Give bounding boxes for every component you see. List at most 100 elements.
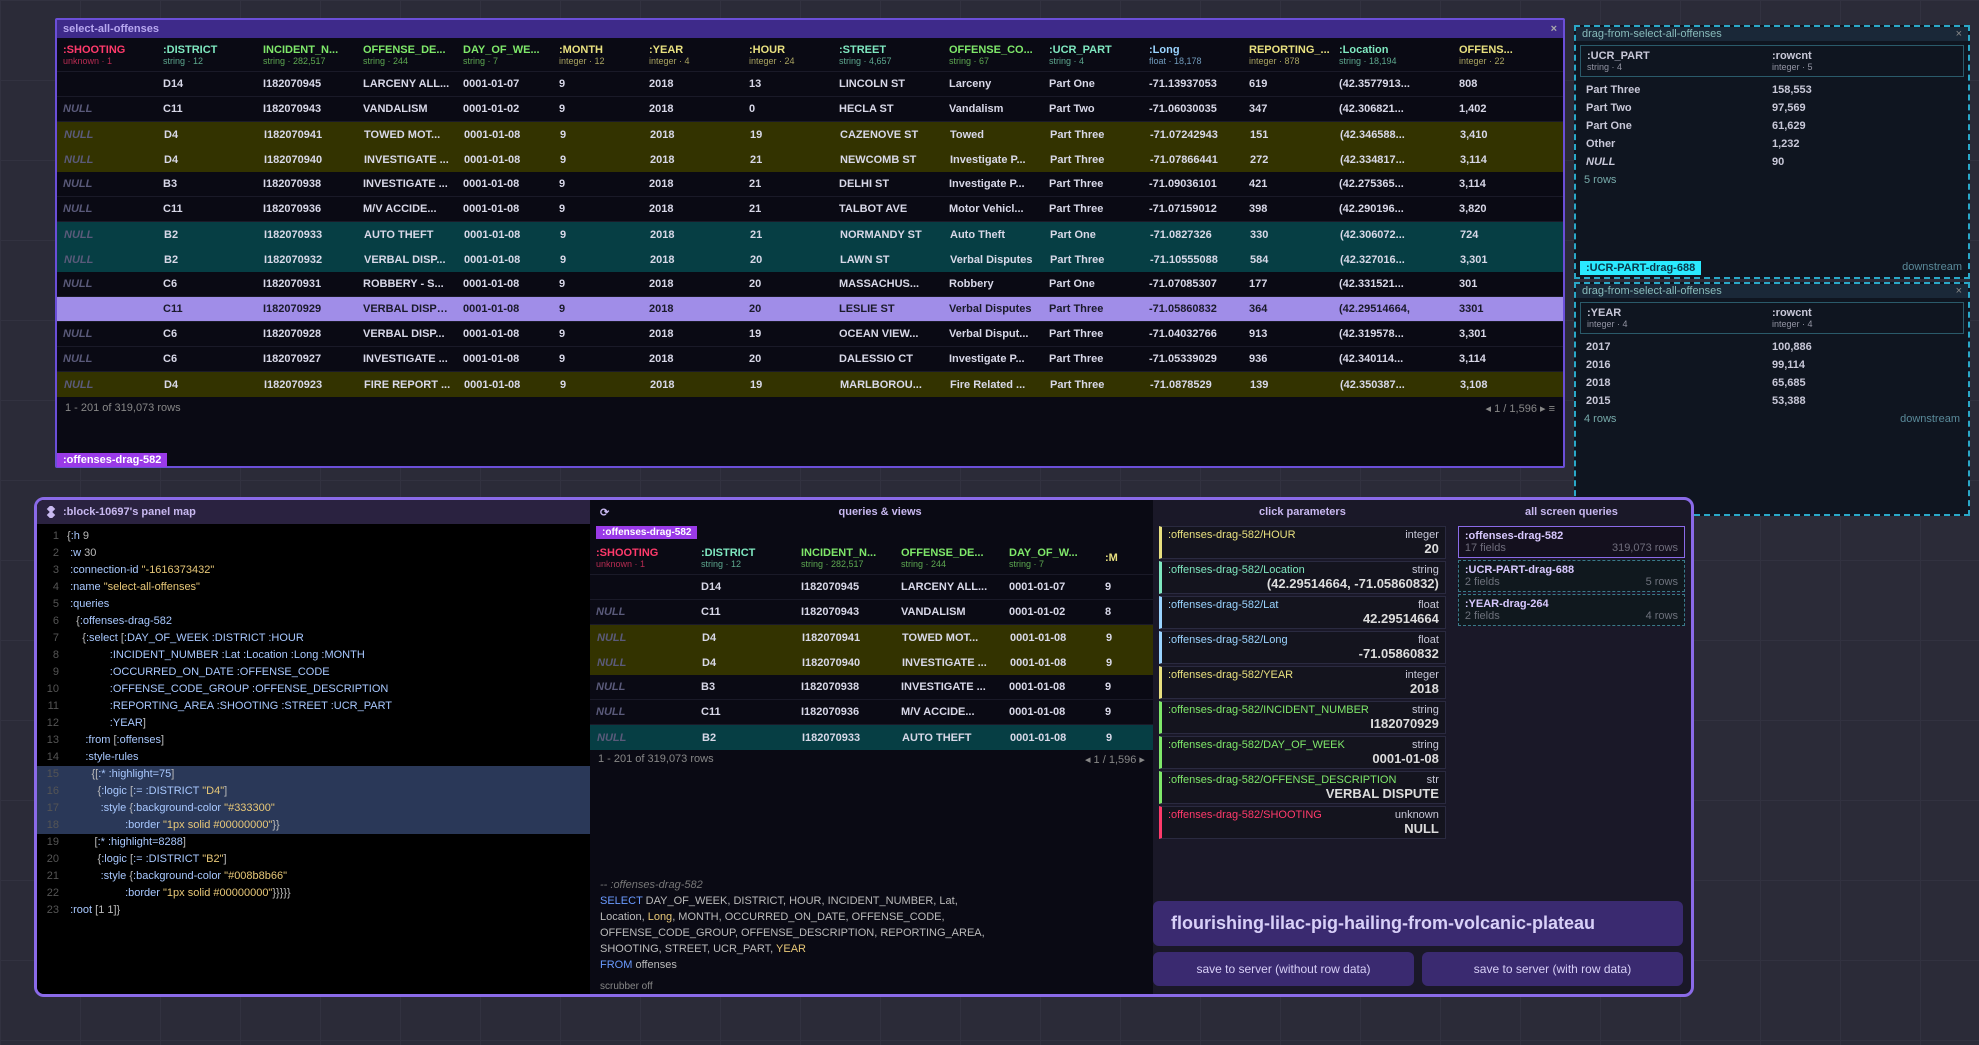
- code-line[interactable]: 21 :style {:background-color "#008b8b66": [37, 868, 590, 885]
- table-row[interactable]: NULLB3I182070938INVESTIGATE ...0001-01-0…: [57, 172, 1563, 197]
- column-header[interactable]: :SHOOTINGunknown · 1: [57, 42, 157, 68]
- code-line[interactable]: 19 [:* :highlight=8288]: [37, 834, 590, 851]
- code-line[interactable]: 7 {:select [:DAY_OF_WEEK :DISTRICT :HOUR: [37, 630, 590, 647]
- yr-body[interactable]: 2017100,886201699,114201865,685201553,38…: [1576, 338, 1968, 410]
- query-list[interactable]: :offenses-drag-58217 fields319,073 rows:…: [1452, 524, 1691, 628]
- table-row[interactable]: NULLD4I182070923FIRE REPORT ...0001-01-0…: [57, 372, 1563, 397]
- list-item[interactable]: Part One61,629: [1576, 117, 1968, 135]
- param-item[interactable]: :offenses-drag-582/INCIDENT_NUMBERstring…: [1159, 701, 1446, 734]
- column-header[interactable]: INCIDENT_N...string · 282,517: [257, 42, 357, 68]
- close-icon[interactable]: ×: [1956, 28, 1962, 40]
- table-row[interactable]: NULLC11I182070936M/V ACCIDE...0001-01-08…: [57, 197, 1563, 222]
- ucr-titlebar[interactable]: drag-from-select-all-offenses×: [1576, 27, 1968, 41]
- code-line[interactable]: 4 :name "select-all-offenses": [37, 579, 590, 596]
- table-row[interactable]: NULLD4I182070941TOWED MOT...0001-01-089: [590, 625, 1153, 650]
- list-item[interactable]: 2017100,886: [1576, 338, 1968, 356]
- code-lines[interactable]: 1{:h 92 :w 303 :connection-id "-16163734…: [37, 524, 590, 994]
- column-header[interactable]: :Longfloat · 18,178: [1143, 42, 1243, 68]
- main-tab[interactable]: :offenses-drag-582: [57, 453, 167, 467]
- column-header[interactable]: :YEARinteger · 4: [643, 42, 743, 68]
- table-row[interactable]: NULLC11I182070943VANDALISM0001-01-028: [590, 600, 1153, 625]
- param-item[interactable]: :offenses-drag-582/OFFENSE_DESCRIPTIONst…: [1159, 771, 1446, 804]
- main-titlebar[interactable]: select-all-offenses ×: [57, 20, 1563, 38]
- close-icon[interactable]: ×: [1551, 23, 1557, 35]
- column-header[interactable]: :DISTRICTstring · 12: [157, 42, 257, 68]
- column-header[interactable]: OFFENSE_DE...string · 244: [357, 42, 457, 68]
- table-row[interactable]: NULLC11I182070936M/V ACCIDE...0001-01-08…: [590, 700, 1153, 725]
- column-header[interactable]: :MONTHinteger · 12: [553, 42, 643, 68]
- save-without-rows-button[interactable]: save to server (without row data): [1153, 952, 1414, 986]
- code-line[interactable]: 22 :border "1px solid #00000000"}}}}}: [37, 885, 590, 902]
- table-row[interactable]: NULLC6I182070931ROBBERY - S...0001-01-08…: [57, 272, 1563, 297]
- save-with-rows-button[interactable]: save to server (with row data): [1422, 952, 1683, 986]
- ucr-body[interactable]: Part Three158,553Part Two97,569Part One6…: [1576, 81, 1968, 171]
- code-line[interactable]: 15 {[:* :highlight=75]: [37, 766, 590, 783]
- column-header[interactable]: DAY_OF_WE...string · 7: [457, 42, 553, 68]
- code-line[interactable]: 12 :YEAR]: [37, 715, 590, 732]
- list-item[interactable]: 201553,388: [1576, 392, 1968, 410]
- code-line[interactable]: 5 :queries: [37, 596, 590, 613]
- column-header[interactable]: OFFENS...integer · 22: [1453, 42, 1513, 68]
- list-item[interactable]: Part Two97,569: [1576, 99, 1968, 117]
- code-line[interactable]: 2 :w 30: [37, 545, 590, 562]
- code-line[interactable]: 3 :connection-id "-1616373432": [37, 562, 590, 579]
- ucr-tab[interactable]: :UCR-PART-drag-688: [1580, 261, 1701, 275]
- param-item[interactable]: :offenses-drag-582/DAY_OF_WEEKstring0001…: [1159, 736, 1446, 769]
- query-item[interactable]: :UCR-PART-drag-6882 fields5 rows: [1458, 560, 1685, 592]
- table-row[interactable]: NULLB2I182070933AUTO THEFT0001-01-089: [590, 725, 1153, 750]
- column-header[interactable]: :UCR_PARTstring · 4: [1043, 42, 1143, 68]
- downstream-link[interactable]: downstream: [1902, 261, 1962, 273]
- qv-tab[interactable]: :offenses-drag-582: [596, 526, 697, 539]
- query-item[interactable]: :offenses-drag-58217 fields319,073 rows: [1458, 526, 1685, 558]
- code-line[interactable]: 11 :REPORTING_AREA :SHOOTING :STREET :UC…: [37, 698, 590, 715]
- list-item[interactable]: Part Three158,553: [1576, 81, 1968, 99]
- param-item[interactable]: :offenses-drag-582/Locationstring(42.295…: [1159, 561, 1446, 594]
- table-row[interactable]: C11I182070929VERBAL DISPUTE0001-01-08920…: [57, 297, 1563, 322]
- main-table-body[interactable]: D14I182070945LARCENY ALL...0001-01-07920…: [57, 72, 1563, 397]
- code-line[interactable]: 10 :OFFENSE_CODE_GROUP :OFFENSE_DESCRIPT…: [37, 681, 590, 698]
- code-line[interactable]: 14 :style-rules: [37, 749, 590, 766]
- column-header[interactable]: OFFENSE_CO...string · 67: [943, 42, 1043, 68]
- code-line[interactable]: 8 :INCIDENT_NUMBER :Lat :Location :Long …: [37, 647, 590, 664]
- table-row[interactable]: NULLD4I182070941TOWED MOT...0001-01-0892…: [57, 122, 1563, 147]
- table-row[interactable]: NULLD4I182070940INVESTIGATE ...0001-01-0…: [590, 650, 1153, 675]
- menu-icon[interactable]: ≡: [1549, 403, 1555, 415]
- code-line[interactable]: 6 {:offenses-drag-582: [37, 613, 590, 630]
- param-item[interactable]: :offenses-drag-582/Latfloat42.29514664: [1159, 596, 1446, 629]
- list-item[interactable]: 201699,114: [1576, 356, 1968, 374]
- mini-table[interactable]: :SHOOTINGunknown · 1:DISTRICTstring · 12…: [590, 541, 1153, 871]
- list-item[interactable]: NULL90: [1576, 153, 1968, 171]
- downstream-link[interactable]: downstream: [1900, 413, 1960, 425]
- param-item[interactable]: :offenses-drag-582/SHOOTINGunknownNULL: [1159, 806, 1446, 839]
- table-row[interactable]: NULLD4I182070940INVESTIGATE ...0001-01-0…: [57, 147, 1563, 172]
- column-header[interactable]: :Locationstring · 18,194: [1333, 42, 1453, 68]
- list-item[interactable]: 201865,685: [1576, 374, 1968, 392]
- refresh-icon[interactable]: ⟳: [600, 506, 609, 519]
- list-item[interactable]: Other1,232: [1576, 135, 1968, 153]
- table-row[interactable]: NULLB3I182070938INVESTIGATE ...0001-01-0…: [590, 675, 1153, 700]
- mini-pager[interactable]: ◂ 1 / 1,596 ▸: [1085, 753, 1145, 766]
- param-item[interactable]: :offenses-drag-582/HOURinteger20: [1159, 526, 1446, 559]
- code-line[interactable]: 20 {:logic [:= :DISTRICT "B2"]: [37, 851, 590, 868]
- code-line[interactable]: 13 :from [:offenses]: [37, 732, 590, 749]
- column-header[interactable]: REPORTING_...integer · 878: [1243, 42, 1333, 68]
- table-row[interactable]: NULLB2I182070933AUTO THEFT0001-01-089201…: [57, 222, 1563, 247]
- code-line[interactable]: 23 :root [1 1]}: [37, 902, 590, 919]
- code-line[interactable]: 9 :OCCURRED_ON_DATE :OFFENSE_CODE: [37, 664, 590, 681]
- table-row[interactable]: NULLC6I182070927INVESTIGATE ...0001-01-0…: [57, 347, 1563, 372]
- pager[interactable]: ◂ 1 / 1,596 ▸ ≡: [1486, 402, 1555, 415]
- table-row[interactable]: D14I182070945LARCENY ALL...0001-01-07920…: [57, 72, 1563, 97]
- close-icon[interactable]: ×: [1956, 285, 1962, 297]
- table-row[interactable]: NULLC6I182070928VERBAL DISP...0001-01-08…: [57, 322, 1563, 347]
- param-item[interactable]: :offenses-drag-582/Longfloat-71.05860832: [1159, 631, 1446, 664]
- yr-titlebar[interactable]: drag-from-select-all-offenses×: [1576, 284, 1968, 298]
- query-item[interactable]: :YEAR-drag-2642 fields4 rows: [1458, 594, 1685, 626]
- column-header[interactable]: :HOURinteger · 24: [743, 42, 833, 68]
- column-header[interactable]: :STREETstring · 4,657: [833, 42, 943, 68]
- table-row[interactable]: NULLC11I182070943VANDALISM0001-01-029201…: [57, 97, 1563, 122]
- param-item[interactable]: :offenses-drag-582/YEARinteger2018: [1159, 666, 1446, 699]
- code-line[interactable]: 18 :border "1px solid #00000000"}}: [37, 817, 590, 834]
- code-line[interactable]: 17 :style {:background-color "#333300": [37, 800, 590, 817]
- table-row[interactable]: D14I182070945LARCENY ALL...0001-01-079: [590, 575, 1153, 600]
- code-line[interactable]: 16 {:logic [:= :DISTRICT "D4"]: [37, 783, 590, 800]
